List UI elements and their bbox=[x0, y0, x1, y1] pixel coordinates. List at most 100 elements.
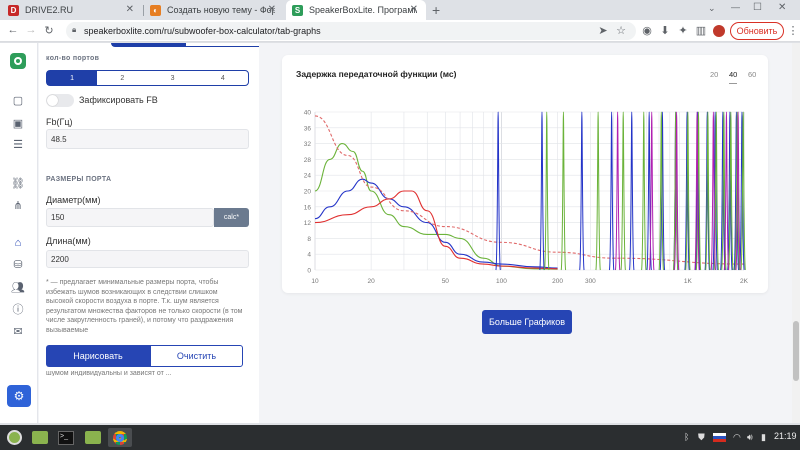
calculator-panel: кол-во портов 1 2 3 4 Зафиксировать FB F… bbox=[39, 43, 259, 423]
forward-icon[interactable]: → bbox=[24, 24, 38, 36]
update-button[interactable]: Обновить bbox=[730, 22, 784, 40]
shield-icon[interactable]: ⛊ bbox=[698, 432, 705, 443]
x-tick-label: 2K bbox=[740, 278, 749, 285]
chrome-icon[interactable] bbox=[108, 428, 132, 447]
tab-label: DRIVE2.RU bbox=[25, 5, 74, 15]
tab-search-icon[interactable]: ⌄ bbox=[708, 3, 716, 14]
calc-button[interactable]: calc* bbox=[214, 208, 249, 227]
chart-card: Задержка передаточной функции (мс) 20 40… bbox=[282, 55, 768, 293]
y-tick-label: 40 bbox=[304, 110, 312, 117]
diameter-value: 150 bbox=[51, 213, 65, 222]
length-value: 2200 bbox=[51, 254, 69, 264]
y-tick-label: 16 bbox=[304, 204, 312, 211]
users-icon[interactable]: 👥︎ bbox=[10, 280, 26, 296]
share-nodes-icon[interactable]: ⋔ bbox=[10, 198, 26, 214]
share-icon[interactable]: ➤ bbox=[596, 24, 610, 37]
main-scrollbar[interactable] bbox=[792, 43, 800, 423]
tab-drive2[interactable]: D DRIVE2.RU ✕ bbox=[2, 0, 142, 20]
tab-forum[interactable]: ◐ Создать новую тему - Форум ✕ bbox=[144, 0, 284, 20]
maximize-icon[interactable]: ☐ bbox=[753, 2, 762, 13]
series-line-2 bbox=[314, 190, 558, 270]
menu-icon[interactable]: ⋮ bbox=[786, 24, 800, 37]
bookmark-star-icon[interactable]: ☆ bbox=[614, 24, 628, 37]
y-tick-label: 24 bbox=[304, 173, 312, 180]
page: ▢ ▣ ☰ ⛓ ⋔ ⌂ ⛁ 👥︎ ⓘ ✉ ⚙ кол-во портов 1 2… bbox=[0, 43, 800, 423]
fb-value: 48.5 bbox=[51, 134, 67, 144]
x-tick-label: 100 bbox=[496, 278, 507, 285]
database-icon[interactable]: ⛁ bbox=[10, 257, 26, 273]
language-flag-icon[interactable] bbox=[713, 433, 726, 442]
tab-label: SpeakerBoxLite. Программа bbox=[309, 5, 417, 15]
port-size-section: РАЗМЕРЫ ПОРТА bbox=[46, 176, 112, 183]
back-icon[interactable]: ← bbox=[6, 24, 20, 36]
address-bar[interactable]: 🔒︎ speakerboxlite.com/ru/subwoofer-box-c… bbox=[66, 22, 636, 40]
draw-button[interactable]: Нарисовать bbox=[46, 345, 150, 367]
x-tick-label: 20 bbox=[368, 278, 376, 285]
ports-option-2[interactable]: 2 bbox=[97, 71, 147, 85]
start-menu-icon[interactable] bbox=[4, 428, 24, 447]
save-icon[interactable]: ▣ bbox=[10, 116, 26, 132]
taskbar: >_ ᛒ ⛊ ◠ 🔊︎ ▮ 21:19 bbox=[0, 425, 800, 450]
fb-field[interactable]: 48.5 bbox=[46, 129, 249, 149]
home-icon[interactable]: ⌂ bbox=[10, 235, 26, 251]
reload-icon[interactable]: ↻ bbox=[42, 24, 56, 37]
extension-icon[interactable]: ◉ bbox=[640, 24, 654, 37]
bluetooth-icon[interactable]: ᛒ bbox=[684, 432, 689, 442]
forum-favicon-icon: ◐ bbox=[150, 4, 161, 16]
logo-icon[interactable] bbox=[10, 53, 26, 69]
browser-toolbar: ← → ↻ 🔒︎ speakerboxlite.com/ru/subwoofer… bbox=[0, 20, 800, 42]
top-segment-partial bbox=[111, 43, 259, 47]
fb-label: Fb(Гц) bbox=[46, 117, 73, 127]
update-button-label: Обновить bbox=[736, 26, 778, 36]
volume-icon[interactable]: 🔊︎ bbox=[747, 432, 753, 443]
clock: 21:19 bbox=[774, 431, 797, 441]
list-icon[interactable]: ☰ bbox=[10, 137, 26, 153]
more-graphs-label: Больше Графиков bbox=[488, 317, 566, 327]
battery-icon[interactable]: ▮ bbox=[761, 432, 766, 443]
folder-icon[interactable] bbox=[30, 428, 50, 447]
x-tick-label: 300 bbox=[585, 278, 596, 285]
link-icon[interactable]: ⛓ bbox=[10, 176, 26, 192]
close-icon[interactable]: ✕ bbox=[268, 4, 276, 15]
ports-selector: 1 2 3 4 bbox=[46, 70, 249, 86]
download-icon[interactable]: ⬇ bbox=[658, 24, 672, 37]
puzzle-icon[interactable]: ✦ bbox=[676, 24, 690, 37]
tab-speakerboxlite[interactable]: S SpeakerBoxLite. Программа ✕ bbox=[286, 0, 426, 20]
document-icon[interactable]: ▢ bbox=[10, 93, 26, 109]
terminal-icon[interactable]: >_ bbox=[56, 428, 76, 447]
series-line-0 bbox=[314, 143, 558, 270]
y-tick-label: 20 bbox=[304, 189, 312, 196]
minimize-icon[interactable]: — bbox=[731, 2, 740, 12]
ports-option-4[interactable]: 4 bbox=[198, 71, 248, 85]
y-tick-label: 28 bbox=[304, 157, 312, 164]
diameter-label: Диаметр(мм) bbox=[46, 195, 101, 205]
settings-gear-icon[interactable]: ⚙ bbox=[7, 385, 31, 407]
fix-fb-toggle[interactable] bbox=[46, 94, 74, 107]
port-note: * — предлагает минимальные размеры порта… bbox=[46, 279, 243, 334]
y-tick-label: 0 bbox=[307, 268, 311, 275]
close-window-icon[interactable]: ✕ bbox=[778, 2, 786, 13]
wifi-icon[interactable]: ◠ bbox=[733, 432, 741, 443]
more-graphs-button[interactable]: Больше Графиков bbox=[482, 310, 572, 334]
clear-button[interactable]: Очистить bbox=[150, 345, 243, 367]
mail-icon[interactable]: ✉ bbox=[10, 324, 26, 340]
ports-option-1[interactable]: 1 bbox=[47, 71, 98, 85]
files-icon[interactable] bbox=[83, 428, 103, 447]
y-tick-label: 36 bbox=[304, 125, 312, 132]
diameter-field[interactable]: 150 bbox=[46, 208, 214, 227]
close-icon[interactable]: ✕ bbox=[126, 4, 134, 15]
x-tick-label: 50 bbox=[442, 278, 450, 285]
delay-chart: 0 4 8 12 16 20 24 28 32 36 40 10 20 50 100 200 300 1K 2K bbox=[304, 110, 749, 286]
profile-avatar[interactable] bbox=[713, 25, 725, 37]
length-field[interactable]: 2200 bbox=[46, 250, 249, 268]
sidepanel-icon[interactable]: ▥ bbox=[694, 24, 708, 37]
new-tab-icon[interactable]: + bbox=[432, 2, 440, 18]
drive2-favicon-icon: D bbox=[8, 4, 19, 16]
address-text: speakerboxlite.com/ru/subwoofer-box-calc… bbox=[84, 26, 321, 36]
lock-icon: 🔒︎ bbox=[72, 25, 77, 34]
main-area: Задержка передаточной функции (мс) 20 40… bbox=[260, 43, 800, 423]
x-tick-label: 10 bbox=[311, 278, 319, 285]
info-icon[interactable]: ⓘ bbox=[10, 302, 26, 318]
ports-option-3[interactable]: 3 bbox=[148, 71, 198, 85]
close-icon[interactable]: ✕ bbox=[410, 4, 418, 15]
